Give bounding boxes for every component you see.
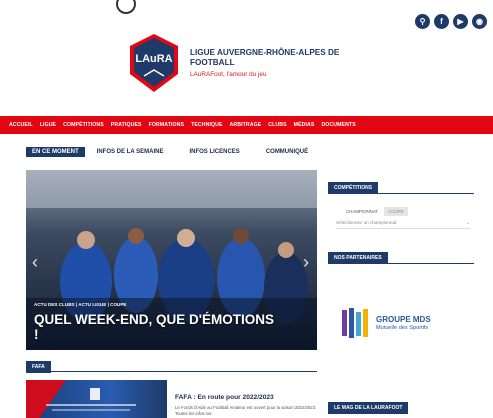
laura-logo[interactable]: LAuRA [126,32,182,94]
tab-en-ce-moment[interactable]: EN CE MOMENT [26,147,85,157]
select-placeholder: Sélectionnez un championnat [336,220,397,225]
hero-tags[interactable]: ACTU DES CLUBS | ACTU LIGUE | COUPE [34,302,127,307]
nav-item-pratiques[interactable]: PRATIQUES [111,122,142,128]
partners-widget: NOS PARTENAIRES [328,246,474,264]
nav-item-arbitrage[interactable]: ARBITRAGE [230,122,262,128]
tab-communique[interactable]: COMMUNIQUÉ [266,147,308,157]
nav-item-documents[interactable]: DOCUMENTS [321,122,355,128]
tab-coupe[interactable]: COUPE [384,207,408,216]
competitions-widget: COMPÉTITIONS CHAMPIONNAT COUPE Sélection… [328,176,474,229]
nav-item-clubs[interactable]: CLUBS [268,122,286,128]
nav-item-formations[interactable]: FORMATIONS [149,122,184,128]
brand-subtitle: LAuRAFoot, l'amour du jeu [190,71,267,78]
chevron-down-icon: ⌄ [466,220,470,225]
hero-carousel[interactable]: ‹ › ACTU DES CLUBS | ACTU LIGUE | COUPE … [26,170,317,350]
mag-heading: LE MAG DE LA LAURAFOOT [328,402,409,414]
brand-title: LIGUE AUVERGNE-RHÔNE-ALPES DE FOOTBALL [190,48,340,67]
top-partial-logo-icon [116,0,136,14]
carousel-next-icon[interactable]: › [303,252,309,273]
instagram-icon[interactable]: ◉ [472,14,487,29]
hero-title[interactable]: QUEL WEEK-END, QUE D'ÉMOTIONS ! [34,312,274,342]
news-tabs: EN CE MOMENT INFOS DE LA SEMAINE INFOS L… [26,147,334,157]
fafa-article-title[interactable]: FAFA : En route pour 2022/2023 [175,394,274,401]
main-nav: ACCUEIL LIGUE COMPÉTITIONS PRATIQUES FOR… [0,116,493,134]
tab-championnat[interactable]: CHAMPIONNAT [342,207,382,216]
fafa-article-image[interactable] [26,380,167,418]
site-brand[interactable]: LAuRA LIGUE AUVERGNE-RHÔNE-ALPES DE FOOT… [126,32,370,94]
championnat-select[interactable]: Sélectionnez un championnat ⌄ [336,220,470,229]
svg-text:LAuRA: LAuRA [135,53,172,65]
social-icons: ⚲ f ▶ ◉ [415,14,487,29]
partners-heading: NOS PARTENAIRES [328,252,388,264]
nav-item-accueil[interactable]: ACCUEIL [9,122,33,128]
search-icon[interactable]: ⚲ [415,14,430,29]
nav-item-competitions[interactable]: COMPÉTITIONS [63,122,104,128]
youtube-icon[interactable]: ▶ [453,14,468,29]
nav-item-ligue[interactable]: LIGUE [40,122,56,128]
fafa-article-excerpt: Le Fonds d'Aide au Football Amateur est … [175,405,317,416]
carousel-prev-icon[interactable]: ‹ [32,252,38,273]
partner-name: GROUPE MDS [376,315,431,324]
nav-item-medias[interactable]: MÉDIAS [294,122,315,128]
competitions-heading: COMPÉTITIONS [328,182,379,194]
tab-infos-licences[interactable]: INFOS LICENCES [189,147,239,157]
partner-mds-banner[interactable]: GROUPE MDS Mutuelle des Sportifs [340,303,464,343]
facebook-icon[interactable]: f [434,14,449,29]
partner-tagline: Mutuelle des Sportifs [376,325,429,331]
divider [26,371,317,372]
fff-crest-icon [26,380,136,418]
tab-infos-semaine[interactable]: INFOS DE LA SEMAINE [97,147,164,157]
mds-logo-icon [342,308,368,338]
nav-item-technique[interactable]: TECHNIQUE [191,122,222,128]
